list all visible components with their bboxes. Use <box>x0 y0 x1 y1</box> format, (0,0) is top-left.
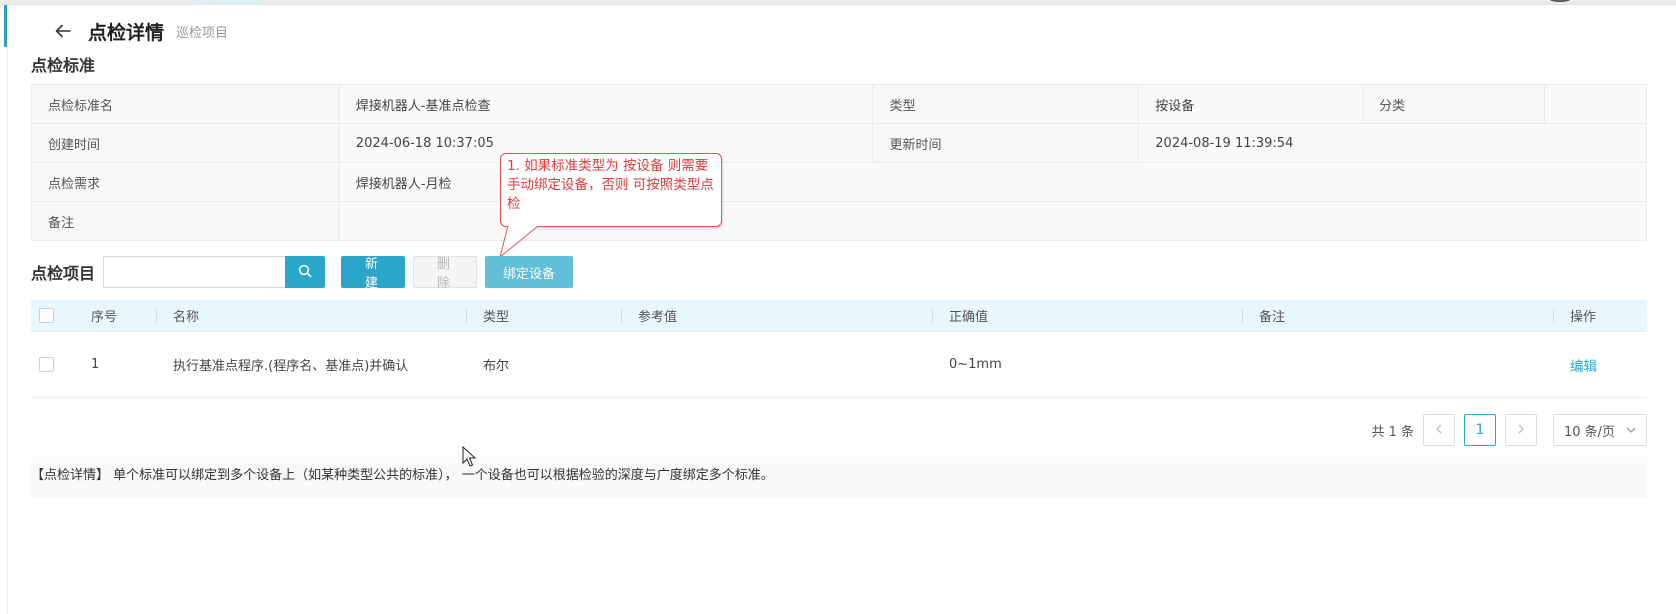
page-subtitle: 巡检项目 <box>176 25 229 41</box>
header-checkbox-cell <box>31 300 75 331</box>
info-value: 2024-08-19 11:39:54 <box>1138 123 1647 163</box>
cell-ref <box>622 332 933 397</box>
cell-correct: 0~1mm <box>949 357 1002 372</box>
column-header: 操作 <box>1570 310 1597 325</box>
info-row: 点检标准名 焊接机器人-基准点检查 类型 按设备 分类 <box>31 84 1647 124</box>
page-size-select[interactable]: 10 条/页 <box>1553 414 1647 446</box>
info-label: 点检需求 <box>31 162 340 202</box>
info-label: 更新时间 <box>872 123 1140 163</box>
delete-button[interactable]: 删 除 <box>413 256 478 291</box>
new-button[interactable]: 新 建 <box>341 256 406 291</box>
search-input[interactable] <box>103 256 286 288</box>
chevron-left-icon <box>1435 422 1443 438</box>
info-value: 按设备 <box>1138 84 1364 124</box>
info-label: 点检标准名 <box>31 84 340 124</box>
chevron-down-icon <box>1626 423 1636 438</box>
info-row: 点检需求 焊接机器人-月检 <box>31 162 1648 202</box>
info-row: 创建时间 2024-06-18 10:37:05 更新时间 2024-08-19… <box>31 123 1647 163</box>
total-count: 共 1 条 <box>1371 424 1414 440</box>
page-title: 点检详情 <box>88 21 165 44</box>
cell-type: 布尔 <box>483 359 510 374</box>
mouse-cursor-icon <box>462 446 476 467</box>
table-row: 1 执行基准点程序.(程序名、基准点)并确认 布尔 0~1mm 编辑 <box>31 332 1647 398</box>
chevron-right-icon <box>1517 422 1525 438</box>
column-header: 备注 <box>1243 300 1554 331</box>
table-header: 序号 名称 类型 参考值 正确值 备注 操作 <box>31 300 1647 332</box>
prev-page-button[interactable] <box>1423 414 1455 446</box>
column-header: 正确值 <box>933 300 1243 331</box>
info-label: 创建时间 <box>31 123 340 163</box>
search-icon <box>298 264 312 281</box>
cell-remark <box>1243 332 1554 397</box>
info-row: 备注 <box>31 201 1648 241</box>
page-size-value: 10 条/页 <box>1564 424 1616 440</box>
callout-pointer <box>499 223 539 259</box>
next-page-button[interactable] <box>1505 414 1537 446</box>
column-header: 类型 <box>467 300 622 331</box>
select-all-checkbox[interactable] <box>39 308 54 323</box>
cell-action: 编辑 <box>1554 332 1647 397</box>
column-header: 名称 <box>157 300 467 331</box>
info-label: 分类 <box>1362 84 1546 124</box>
back-arrow-icon[interactable] <box>54 21 74 41</box>
column-header: 参考值 <box>622 300 933 331</box>
standard-info-table: 点检标准名 焊接机器人-基准点检查 类型 按设备 分类 创建时间 2024-06… <box>31 84 1648 241</box>
column-header: 序号 <box>75 300 157 331</box>
info-value: 焊接机器人-基准点检查 <box>338 84 874 124</box>
bind-device-button[interactable]: 绑定设备 <box>485 256 574 288</box>
info-value <box>1544 84 1647 124</box>
info-label: 备注 <box>31 201 340 241</box>
items-section-title: 点检项目 <box>31 264 96 283</box>
search-button[interactable] <box>285 256 326 288</box>
items-toolbar: 点检项目 新 建 删 除 绑定设备 <box>31 256 581 291</box>
page-note: 【点检详情】 单个标准可以绑定到多个设备上（如某种类型公共的标准）， 一个设备也… <box>31 468 774 483</box>
edit-link[interactable]: 编辑 <box>1554 355 1597 375</box>
row-checkbox-cell <box>31 332 75 397</box>
page-number[interactable]: 1 <box>1464 414 1496 446</box>
cell-name: 执行基准点程序.(程序名、基准点)并确认 <box>173 359 409 374</box>
cell-no: 1 <box>91 357 100 372</box>
info-label: 类型 <box>872 84 1140 124</box>
active-tab-hint[interactable] <box>196 0 262 5</box>
items-table: 序号 名称 类型 参考值 正确值 备注 操作 1 执行基准点程序.(程序名、基准… <box>31 300 1647 398</box>
tip-callout: 1. 如果标准类型为 按设备 则需要手动绑定设备，否则 可按照类型点检 <box>500 153 722 227</box>
pagination: 共 1 条 1 10 条/页 <box>1371 414 1647 446</box>
row-checkbox[interactable] <box>39 357 54 372</box>
page-header: 点检详情 巡检项目 <box>54 16 228 46</box>
left-divider <box>7 5 8 614</box>
top-tab-strip <box>0 0 1676 5</box>
standard-section-title: 点检标准 <box>31 56 96 75</box>
